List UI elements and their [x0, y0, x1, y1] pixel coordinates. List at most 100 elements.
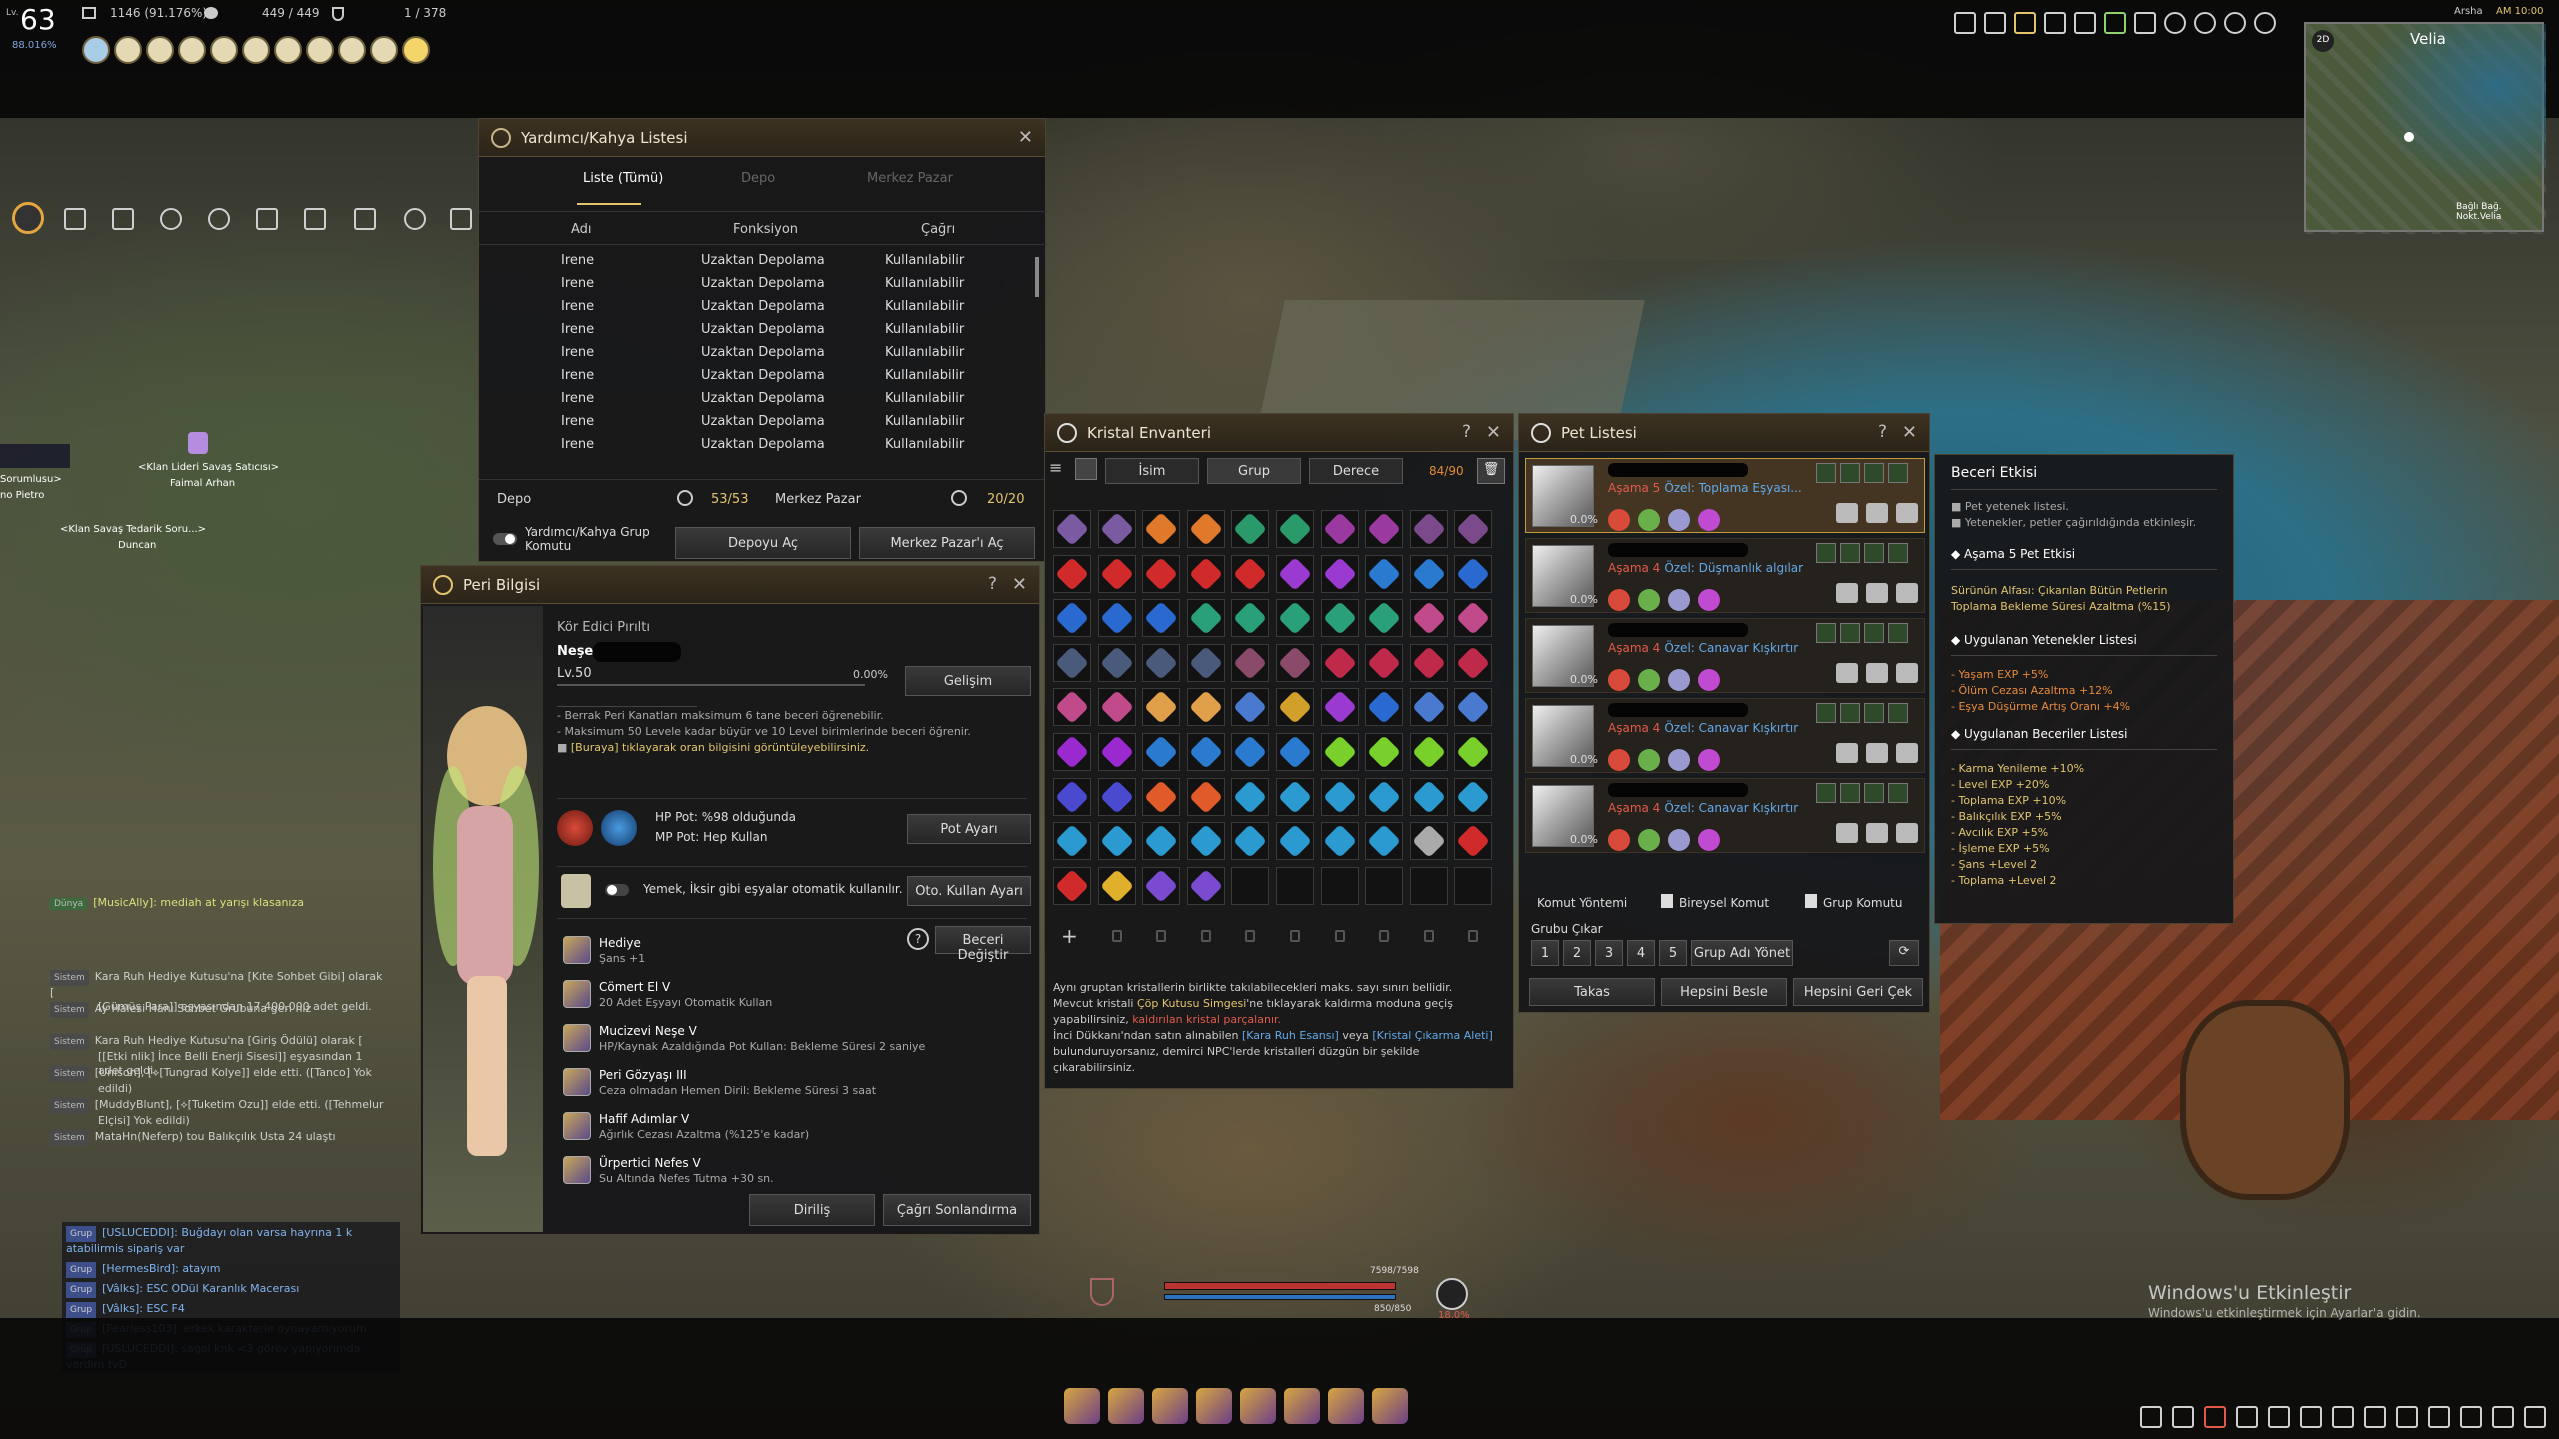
crystal-slot[interactable] — [1142, 866, 1181, 905]
help-icon[interactable]: ? — [1878, 422, 1887, 442]
food-icon[interactable] — [1638, 669, 1660, 691]
crystal-slot[interactable] — [1231, 510, 1270, 548]
tab-market[interactable]: Merkez Pazar — [867, 171, 953, 186]
empty-slot[interactable] — [1454, 866, 1493, 905]
skill-slot-icon[interactable] — [1108, 1388, 1144, 1424]
crystal-slot[interactable] — [1231, 688, 1270, 727]
item-link[interactable]: [Kristal Çıkarma Aleti] — [1372, 1029, 1492, 1042]
crystal-slot[interactable] — [1409, 643, 1448, 682]
group-name-manage-button[interactable]: Grup Adı Yönet — [1691, 940, 1793, 966]
buff-icon[interactable] — [338, 36, 366, 64]
sort-group-button[interactable]: Grup — [1207, 458, 1301, 484]
paw-icon[interactable] — [1866, 823, 1888, 843]
skill-slot-icon[interactable] — [1372, 1388, 1408, 1424]
trash-icon[interactable]: 🗑 — [1477, 458, 1505, 484]
crystal-slot[interactable] — [1320, 599, 1359, 638]
open-market-button[interactable]: Merkez Pazar'ı Aç — [859, 527, 1035, 559]
attack-icon[interactable] — [1608, 509, 1630, 531]
family-icon[interactable] — [2460, 1406, 2482, 1428]
buff-icon[interactable] — [146, 36, 174, 64]
buff-icon[interactable] — [242, 36, 270, 64]
crystal-slot[interactable] — [1186, 822, 1225, 861]
crystal-slot[interactable] — [1320, 643, 1359, 682]
crystal-slot[interactable] — [1320, 510, 1359, 548]
sort-grade-button[interactable]: Derece — [1309, 458, 1403, 484]
feed-icon[interactable] — [1896, 663, 1918, 683]
crystal-slot[interactable] — [1231, 733, 1270, 771]
crystal-slot[interactable] — [1186, 688, 1225, 727]
hide-icon[interactable] — [1836, 743, 1858, 763]
skill-slot-icon[interactable] — [1328, 1388, 1364, 1424]
helper-row[interactable]: Irene Uzaktan Depolama Kullanılabilir — [479, 295, 1039, 318]
crystal-slot[interactable] — [1186, 643, 1225, 682]
list-view-icon[interactable]: ≡ — [1049, 458, 1071, 480]
calendar-icon[interactable] — [2074, 12, 2096, 34]
crystal-slot[interactable] — [1365, 599, 1404, 638]
food-icon[interactable] — [1638, 589, 1660, 611]
buff-icon[interactable] — [274, 36, 302, 64]
horse-icon[interactable] — [2396, 1406, 2418, 1428]
refresh-icon[interactable]: ⟳ — [1889, 940, 1919, 966]
crystal-slot[interactable] — [1365, 554, 1404, 593]
crystal-slot[interactable] — [1097, 688, 1136, 727]
hide-icon[interactable] — [1836, 823, 1858, 843]
skill-slot-icon[interactable] — [1196, 1388, 1232, 1424]
paw-icon[interactable] — [1866, 663, 1888, 683]
feed-icon[interactable] — [1896, 823, 1918, 843]
helper-row[interactable]: Irene Uzaktan Depolama Kullanılabilir — [479, 272, 1039, 295]
crystal-slot[interactable] — [1276, 688, 1314, 727]
guide-icon[interactable] — [2164, 12, 2186, 34]
skill-icon[interactable] — [1668, 669, 1690, 691]
camp-icon[interactable] — [2172, 1406, 2194, 1428]
horseshoe-icon[interactable] — [208, 208, 230, 230]
alert-icon[interactable] — [2204, 1406, 2226, 1428]
pot-settings-button[interactable]: Pot Ayarı — [907, 814, 1031, 844]
pet-entry[interactable]: 0.0% Aşama 4 Özel: Canavar Kışkırtır — [1525, 618, 1925, 693]
helper-row[interactable]: Irene Uzaktan Depolama Kullanılabilir — [479, 433, 1039, 456]
crystal-slot[interactable] — [1454, 643, 1493, 682]
crystal-slot[interactable] — [1454, 510, 1493, 548]
gear-icon[interactable] — [2236, 1406, 2258, 1428]
attack-icon[interactable] — [1608, 829, 1630, 851]
pet-entry[interactable]: 0.0% Aşama 4 Özel: Canavar Kışkırtır — [1525, 698, 1925, 773]
crystal-slot[interactable] — [1409, 599, 1448, 638]
crystal-slot[interactable] — [1053, 510, 1091, 548]
crystal-slot[interactable] — [1276, 643, 1314, 682]
hide-icon[interactable] — [1836, 663, 1858, 683]
crystal-slot[interactable] — [1365, 733, 1404, 771]
crystal-slot[interactable] — [1365, 822, 1404, 861]
search-icon[interactable] — [2254, 12, 2276, 34]
helper-title-bar[interactable]: Yardımcı/Kahya Listesi ✕ — [479, 119, 1045, 157]
empty-slot[interactable] — [1231, 866, 1270, 905]
tab-list-all[interactable]: Liste (Tümü) — [583, 171, 663, 186]
help-icon[interactable]: ? — [907, 928, 929, 950]
paw-icon[interactable] — [1866, 503, 1888, 523]
crystal-slot[interactable] — [1186, 733, 1225, 771]
tool-icon[interactable] — [112, 208, 134, 230]
exchange-button[interactable]: Takas — [1529, 978, 1655, 1006]
close-icon[interactable]: ✕ — [1486, 422, 1501, 443]
crystal-slot[interactable] — [1097, 510, 1136, 548]
feed-icon[interactable] — [1896, 583, 1918, 603]
close-icon[interactable]: ✕ — [1012, 574, 1027, 595]
fairy-icon[interactable] — [354, 208, 376, 230]
group-4-button[interactable]: 4 — [1627, 940, 1655, 966]
crystal-title-bar[interactable]: Kristal Envanteri? ✕ — [1045, 414, 1513, 452]
crystal-slot[interactable] — [1276, 510, 1314, 548]
heart-icon[interactable] — [1698, 669, 1720, 691]
feed-icon[interactable] — [1896, 503, 1918, 523]
heart-icon[interactable] — [1698, 749, 1720, 771]
change-skill-button[interactable]: Beceri Değiştir — [935, 926, 1031, 963]
skill-slot-icon[interactable] — [1152, 1388, 1188, 1424]
family-icon[interactable] — [1984, 12, 2006, 34]
empty-slot[interactable] — [1409, 866, 1448, 905]
crystal-slot[interactable] — [1276, 733, 1314, 771]
feed-icon[interactable] — [1896, 743, 1918, 763]
crystal-slot[interactable] — [1365, 510, 1404, 548]
crystal-slot[interactable] — [1142, 643, 1181, 682]
crystal-slot[interactable] — [1053, 866, 1091, 905]
heart-icon[interactable] — [1698, 829, 1720, 851]
skill-icon[interactable] — [1668, 589, 1690, 611]
exit-icon[interactable] — [2524, 1406, 2546, 1428]
attack-icon[interactable] — [1608, 589, 1630, 611]
